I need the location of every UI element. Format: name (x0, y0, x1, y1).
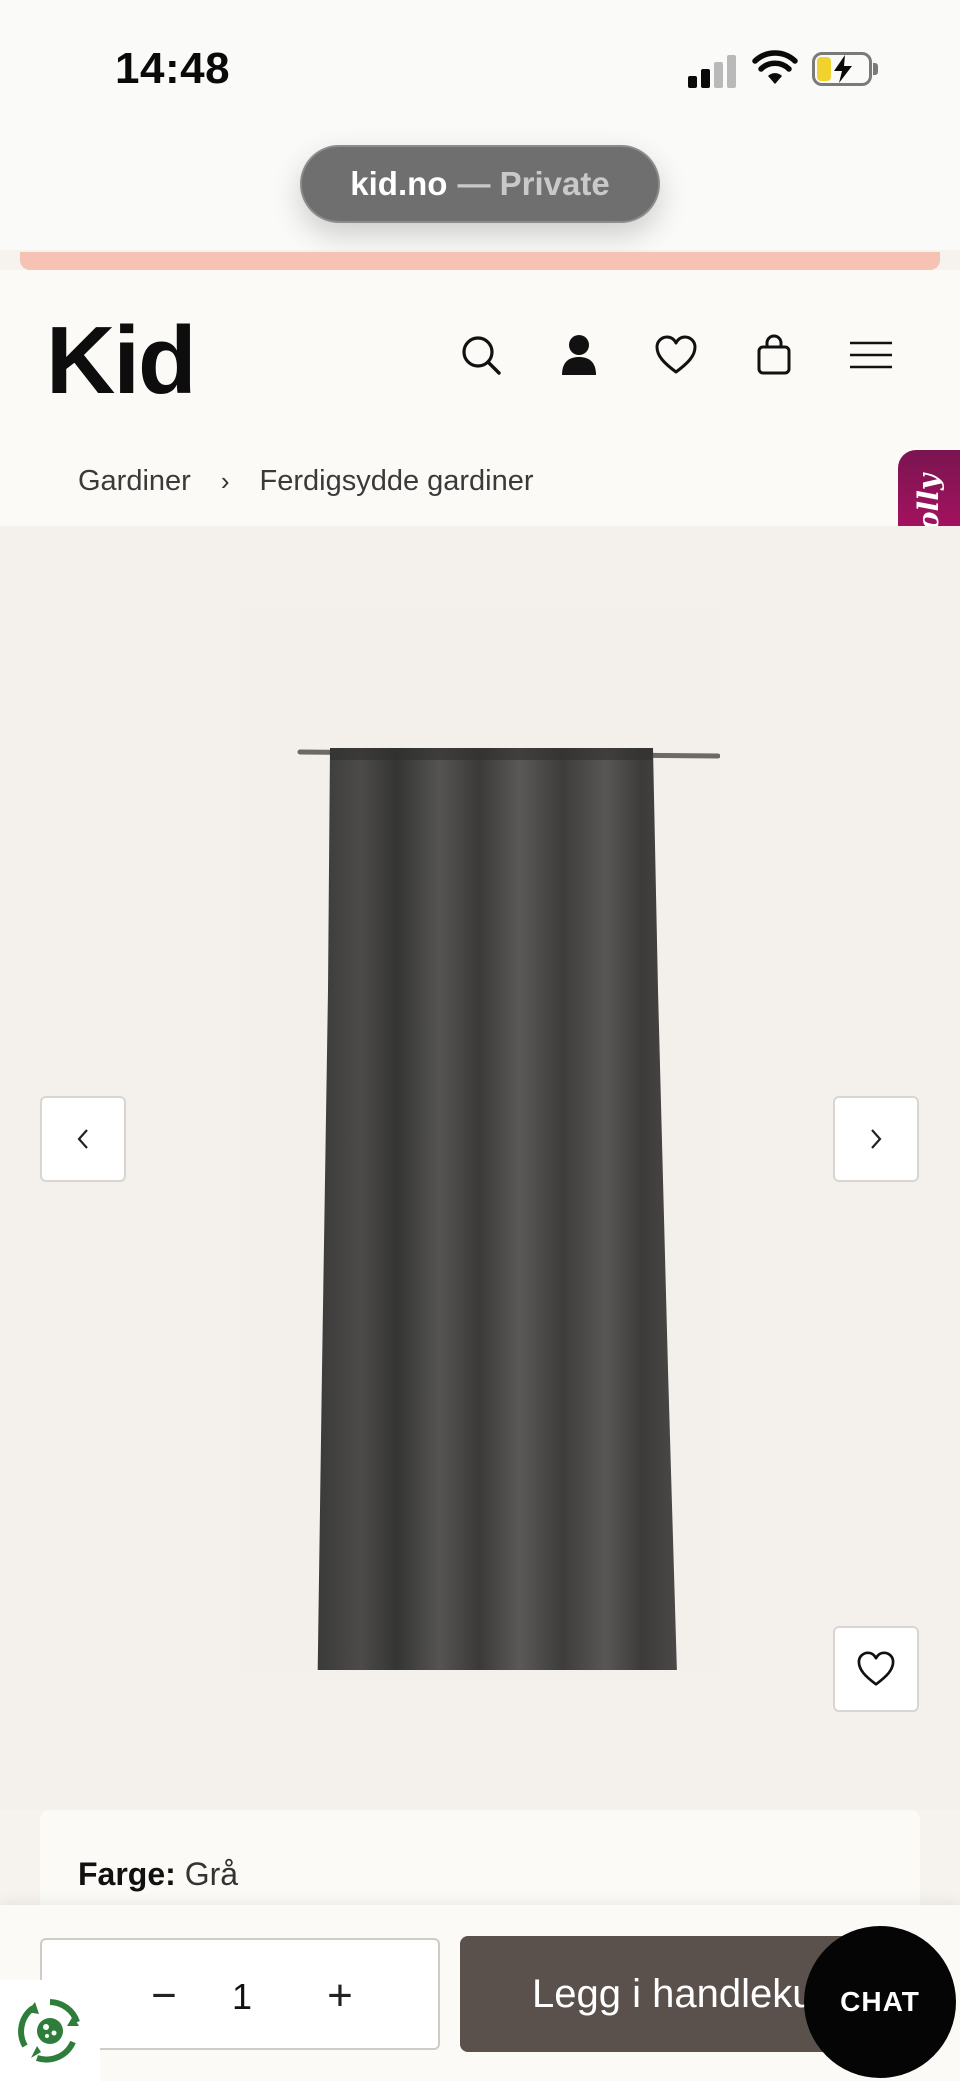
color-label: Farge: (78, 1856, 176, 1892)
chevron-left-icon (77, 1129, 88, 1149)
site-logo[interactable]: Kid (46, 306, 197, 416)
search-icon (462, 336, 501, 375)
cart-button[interactable] (744, 325, 804, 385)
menu-button[interactable] (841, 325, 901, 385)
wifi-icon (752, 50, 798, 84)
quantity-decrease-button[interactable]: − (134, 1966, 194, 2026)
add-to-cart-label: Legg i handlekurv (532, 1972, 848, 2016)
promo-strip (20, 252, 940, 270)
hamburger-menu-icon (850, 341, 892, 369)
quantity-stepper: − 1 + (40, 1938, 440, 2050)
status-bar: 14:48 kid.no — Private (0, 0, 960, 250)
heart-icon (655, 335, 697, 374)
url-bar[interactable]: kid.no — Private (300, 145, 660, 223)
chevron-right-icon (871, 1129, 882, 1149)
heart-icon (857, 1651, 895, 1686)
breadcrumb-item-ferdigsydde[interactable]: Ferdigsydde gardiner (260, 465, 534, 498)
product-image (240, 610, 720, 1670)
account-button[interactable] (549, 325, 609, 385)
site-header: Kid Gardiner › Ferdigsydde gardiner (0, 270, 960, 526)
breadcrumb-separator: › (220, 466, 230, 496)
chat-button[interactable]: CHAT (804, 1926, 956, 2078)
add-to-wishlist-button[interactable] (833, 1626, 919, 1712)
product-gallery (0, 526, 960, 1810)
gallery-prev-button[interactable] (40, 1096, 126, 1182)
quantity-value[interactable]: 1 (212, 1976, 272, 2018)
gallery-next-button[interactable] (833, 1096, 919, 1182)
search-button[interactable] (451, 325, 511, 385)
url-domain: kid.no (350, 165, 448, 202)
recycle-icon (18, 1998, 80, 2063)
status-time: 14:48 (115, 44, 231, 93)
account-icon (562, 335, 596, 375)
shopping-bag-icon (757, 334, 791, 375)
color-value: Grå (184, 1856, 239, 1892)
private-mode-label: — Private (457, 165, 610, 202)
battery-icon (812, 52, 878, 86)
breadcrumb-item-gardiner[interactable]: Gardiner (78, 465, 191, 498)
breadcrumb: Gardiner › Ferdigsydde gardiner (78, 465, 534, 498)
cell-signal-icon (688, 54, 738, 88)
color-field: Farge: Grå (78, 1856, 238, 1893)
recycle-badge[interactable] (0, 1980, 100, 2081)
quantity-increase-button[interactable]: + (310, 1966, 370, 2026)
wishlist-button[interactable] (646, 325, 706, 385)
